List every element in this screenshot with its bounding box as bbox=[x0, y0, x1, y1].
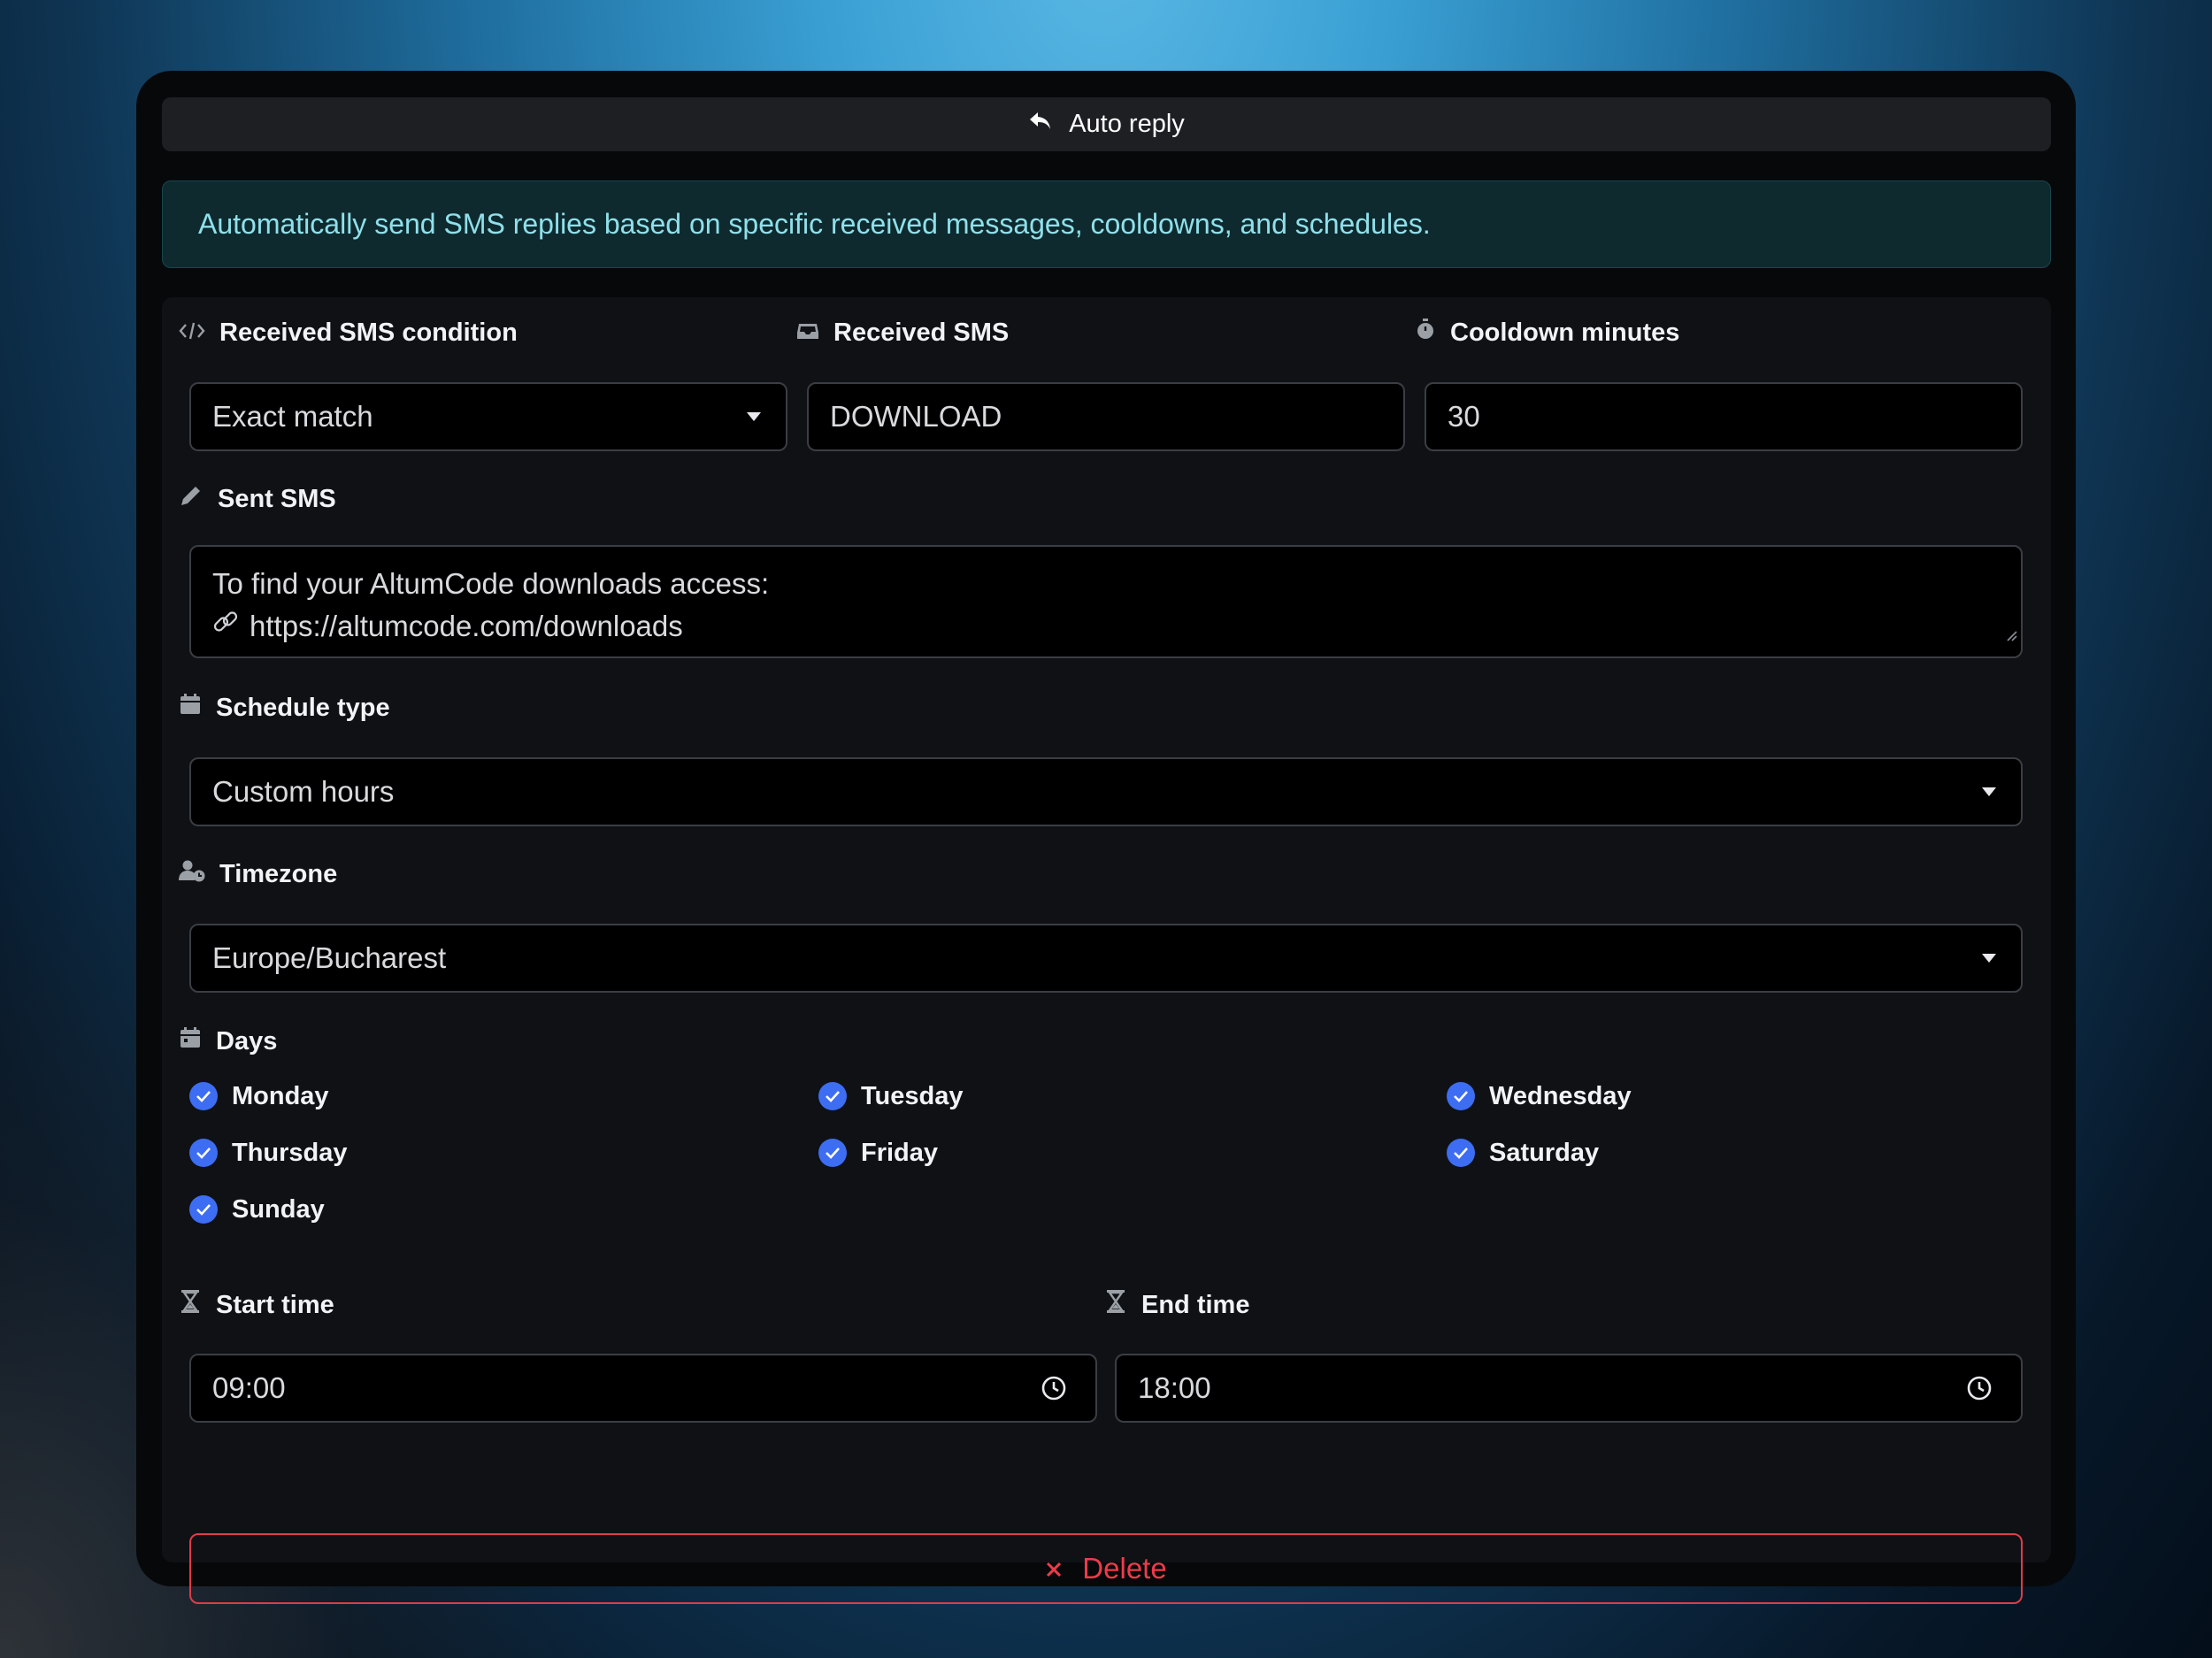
received-sms-label: Received SMS bbox=[796, 315, 1009, 350]
delete-button[interactable]: Delete bbox=[189, 1533, 2023, 1604]
condition-select[interactable]: Exact match bbox=[189, 382, 787, 451]
start-time-input[interactable]: 09:00 bbox=[189, 1354, 1097, 1423]
sent-sms-line-1: To find your AltumCode downloads access: bbox=[212, 567, 770, 600]
cooldown-value: 30 bbox=[1448, 400, 1480, 433]
day-checkbox-wednesday[interactable]: Wednesday bbox=[1447, 1078, 1632, 1114]
day-label: Friday bbox=[861, 1138, 939, 1167]
calendar-icon bbox=[179, 693, 202, 723]
cooldown-label-text: Cooldown minutes bbox=[1450, 318, 1680, 347]
end-time-input[interactable]: 18:00 bbox=[1115, 1354, 2023, 1423]
day-checkbox-monday[interactable]: Monday bbox=[189, 1078, 329, 1114]
day-checkbox-thursday[interactable]: Thursday bbox=[189, 1135, 348, 1171]
panel-title: Auto reply bbox=[1069, 110, 1185, 138]
sent-sms-textarea[interactable]: To find your AltumCode downloads access:… bbox=[189, 545, 2023, 658]
checkmark-icon bbox=[1447, 1139, 1475, 1167]
condition-value: Exact match bbox=[212, 400, 373, 433]
checkmark-icon bbox=[189, 1195, 218, 1224]
clock-icon[interactable] bbox=[1966, 1375, 1993, 1409]
end-time-value: 18:00 bbox=[1138, 1371, 1211, 1404]
timezone-value: Europe/Bucharest bbox=[212, 941, 447, 974]
checkmark-icon bbox=[818, 1082, 847, 1110]
start-time-label: Start time bbox=[179, 1287, 334, 1323]
day-label: Monday bbox=[232, 1081, 329, 1110]
received-sms-value: DOWNLOAD bbox=[830, 400, 1002, 433]
received-sms-input[interactable]: DOWNLOAD bbox=[807, 382, 1405, 451]
day-label: Wednesday bbox=[1489, 1081, 1632, 1110]
days-label-text: Days bbox=[216, 1026, 278, 1055]
clock-icon[interactable] bbox=[1041, 1375, 1067, 1409]
chevron-down-icon bbox=[1982, 954, 1996, 963]
end-time-label: End time bbox=[1104, 1287, 1249, 1323]
stopwatch-icon bbox=[1415, 318, 1436, 348]
schedule-type-label: Schedule type bbox=[179, 690, 390, 725]
received-sms-label-text: Received SMS bbox=[833, 318, 1010, 347]
day-checkbox-friday[interactable]: Friday bbox=[818, 1135, 938, 1171]
reply-icon bbox=[1028, 110, 1053, 139]
day-checkbox-saturday[interactable]: Saturday bbox=[1447, 1135, 1599, 1171]
timezone-label-text: Timezone bbox=[219, 859, 338, 888]
checkmark-icon bbox=[189, 1139, 218, 1167]
panel-header[interactable]: Auto reply bbox=[162, 97, 2051, 151]
checkmark-icon bbox=[189, 1082, 218, 1110]
schedule-type-select[interactable]: Custom hours bbox=[189, 757, 2023, 826]
cooldown-label: Cooldown minutes bbox=[1415, 315, 1679, 350]
close-icon bbox=[1045, 1552, 1063, 1585]
link-icon bbox=[212, 605, 241, 648]
sent-sms-line-2: https://altumcode.com/downloads bbox=[250, 610, 683, 642]
hourglass-icon bbox=[1104, 1289, 1127, 1321]
cooldown-input[interactable]: 30 bbox=[1425, 382, 2023, 451]
code-icon bbox=[179, 319, 205, 348]
start-time-value: 09:00 bbox=[212, 1371, 286, 1404]
days-label: Days bbox=[179, 1024, 277, 1059]
info-alert-text: Automatically send SMS replies based on … bbox=[198, 208, 1431, 240]
day-checkbox-sunday[interactable]: Sunday bbox=[189, 1192, 325, 1227]
auto-reply-panel: Auto reply Automatically send SMS replie… bbox=[136, 71, 2076, 1604]
timezone-select[interactable]: Europe/Bucharest bbox=[189, 924, 2023, 993]
resize-handle-icon[interactable] bbox=[2005, 610, 2017, 653]
info-alert: Automatically send SMS replies based on … bbox=[162, 180, 2051, 268]
sent-sms-label: Sent SMS bbox=[179, 481, 336, 517]
day-label: Tuesday bbox=[861, 1081, 964, 1110]
schedule-type-value: Custom hours bbox=[212, 775, 395, 808]
user-clock-icon bbox=[179, 859, 205, 889]
hourglass-icon bbox=[179, 1289, 202, 1321]
inbox-icon bbox=[796, 319, 819, 348]
chevron-down-icon bbox=[1982, 787, 1996, 796]
delete-button-label: Delete bbox=[1082, 1552, 1167, 1585]
checkmark-icon bbox=[1447, 1082, 1475, 1110]
day-label: Thursday bbox=[232, 1138, 348, 1167]
day-label: Sunday bbox=[232, 1194, 325, 1224]
chevron-down-icon bbox=[747, 412, 761, 421]
timezone-label: Timezone bbox=[179, 856, 337, 892]
auto-reply-form: Received SMS condition Exact match Recei… bbox=[162, 297, 2051, 1604]
condition-label: Received SMS condition bbox=[179, 315, 518, 350]
calendar-days-icon bbox=[179, 1026, 202, 1056]
sent-sms-label-text: Sent SMS bbox=[218, 484, 336, 513]
condition-label-text: Received SMS condition bbox=[219, 318, 518, 347]
day-label: Saturday bbox=[1489, 1138, 1600, 1167]
day-checkbox-tuesday[interactable]: Tuesday bbox=[818, 1078, 964, 1114]
schedule-type-label-text: Schedule type bbox=[216, 693, 390, 722]
end-time-label-text: End time bbox=[1141, 1290, 1250, 1319]
pencil-icon bbox=[179, 484, 204, 514]
start-time-label-text: Start time bbox=[216, 1290, 334, 1319]
checkmark-icon bbox=[818, 1139, 847, 1167]
